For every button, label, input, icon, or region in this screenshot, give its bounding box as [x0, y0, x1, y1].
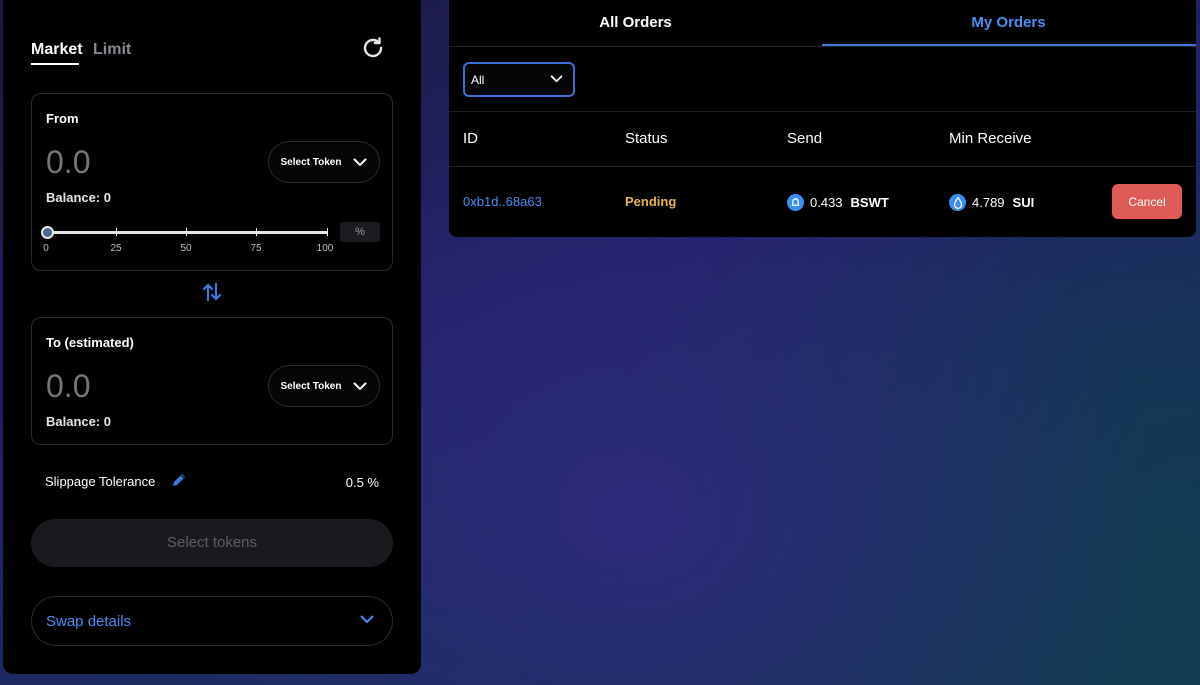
status-badge: Pending	[625, 194, 677, 209]
slider-label: 25	[110, 243, 122, 254]
bswt-token-icon	[787, 194, 804, 211]
receive-amount: 4.789	[972, 195, 1005, 210]
percent-input[interactable]: %	[340, 222, 380, 242]
slider-label: 0	[43, 243, 49, 254]
swap-details-toggle[interactable]: Swap details	[31, 596, 393, 646]
from-balance: Balance: 0	[46, 190, 112, 205]
orders-panel: All Orders My Orders All ID Status Send …	[449, 0, 1196, 237]
column-header-status: Status	[625, 130, 668, 147]
sui-token-icon	[949, 194, 966, 211]
slider-label: 50	[180, 243, 192, 254]
order-filter-select[interactable]: All	[463, 62, 575, 97]
chevron-down-icon	[550, 75, 563, 83]
slider-tick	[116, 228, 117, 236]
chevron-down-icon	[353, 382, 367, 390]
active-tab-indicator	[822, 44, 1196, 46]
to-select-token-button[interactable]: Select Token	[268, 365, 380, 407]
to-label: To (estimated)	[46, 335, 134, 350]
amount-percent-slider[interactable]: 0 25 50 75 100	[41, 224, 333, 254]
slippage-label: Slippage Tolerance	[45, 474, 156, 489]
slider-handle[interactable]	[41, 226, 54, 239]
pencil-icon[interactable]	[171, 472, 187, 488]
from-token-box: From Select Token Balance: 0 0 25 50 75 …	[31, 93, 393, 271]
swap-direction-icon[interactable]	[200, 280, 224, 304]
receive-cell: 4.789 SUI	[949, 194, 1034, 211]
column-header-id: ID	[463, 130, 478, 147]
chevron-down-icon	[360, 615, 374, 623]
cancel-order-button[interactable]: Cancel	[1112, 184, 1182, 219]
to-amount-input[interactable]	[46, 368, 246, 405]
send-symbol: BSWT	[850, 195, 889, 210]
to-token-box: To (estimated) Select Token Balance: 0	[31, 317, 393, 445]
select-token-label: Select Token	[280, 156, 342, 168]
order-id-link[interactable]: 0xb1d..68a63	[463, 194, 542, 209]
slider-tick	[327, 228, 328, 236]
slider-tick	[256, 228, 257, 236]
from-label: From	[46, 111, 79, 126]
refresh-icon[interactable]	[361, 36, 385, 60]
send-cell: 0.433 BSWT	[787, 194, 889, 211]
from-amount-input[interactable]	[46, 144, 246, 181]
divider	[449, 111, 1196, 112]
slider-label: 100	[316, 243, 334, 254]
swap-details-label: Swap details	[46, 613, 132, 630]
slider-tick	[186, 228, 187, 236]
slider-track	[46, 231, 328, 234]
receive-symbol: SUI	[1012, 195, 1035, 210]
divider	[449, 166, 1196, 167]
slippage-value: 0.5 %	[345, 475, 379, 490]
tab-all-orders[interactable]: All Orders	[449, 0, 822, 46]
slider-label: 75	[250, 243, 262, 254]
select-tokens-button[interactable]: Select tokens	[31, 519, 393, 567]
column-header-send: Send	[787, 130, 823, 147]
tab-my-orders[interactable]: My Orders	[822, 0, 1195, 46]
send-amount: 0.433	[810, 195, 843, 210]
select-token-label: Select Token	[280, 380, 342, 392]
column-header-min-receive: Min Receive	[949, 130, 1032, 147]
divider	[449, 46, 1196, 47]
to-balance: Balance: 0	[46, 414, 112, 429]
swap-panel: Market Limit From Select Token Balance: …	[3, 0, 421, 674]
tab-market[interactable]: Market	[31, 41, 83, 59]
tab-limit[interactable]: Limit	[93, 41, 131, 59]
chevron-down-icon	[353, 158, 367, 166]
active-tab-indicator	[31, 63, 79, 65]
from-select-token-button[interactable]: Select Token	[268, 141, 380, 183]
filter-selected-value: All	[471, 73, 485, 87]
